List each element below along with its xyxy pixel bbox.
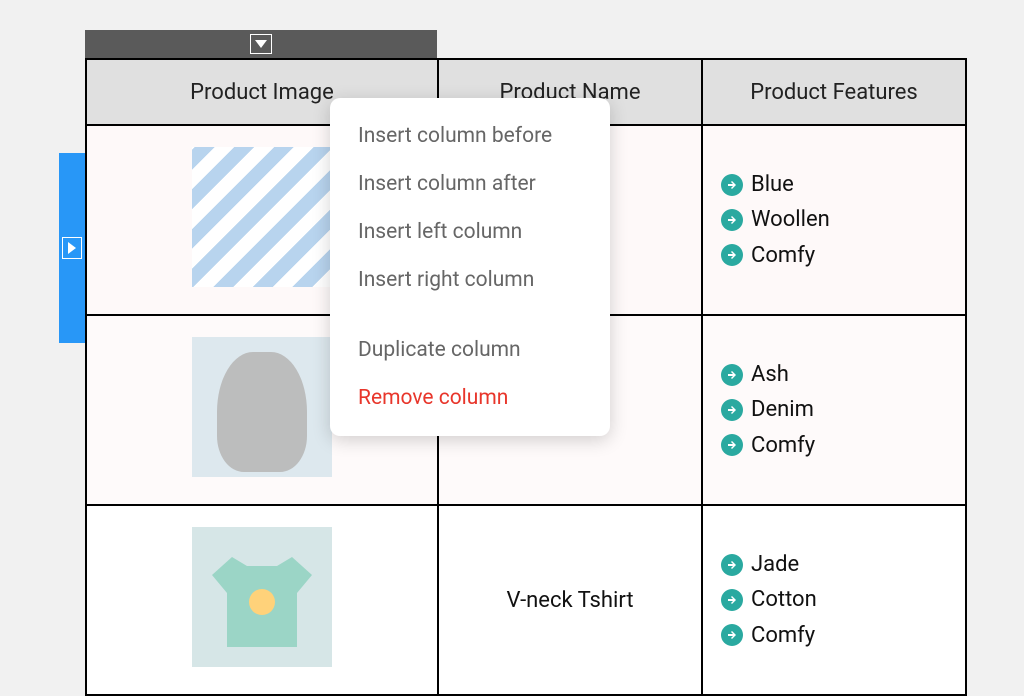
feature-item: Ash — [721, 357, 965, 392]
arrow-right-circle-icon — [721, 399, 743, 421]
menu-divider — [330, 304, 610, 326]
column-menu-trigger[interactable] — [250, 34, 272, 54]
product-image-hoodie — [192, 337, 332, 477]
arrow-right-circle-icon — [721, 209, 743, 231]
product-image-beanie — [192, 147, 332, 287]
feature-label: Comfy — [751, 618, 815, 653]
feature-item: Jade — [721, 547, 965, 582]
product-image-tshirt — [192, 527, 332, 667]
feature-item: Blue — [721, 167, 965, 202]
arrow-right-circle-icon — [721, 434, 743, 456]
feature-item: Cotton — [721, 582, 965, 617]
cell-product-features[interactable]: Ash Denim Comfy — [702, 315, 966, 505]
cell-product-name[interactable]: V-neck Tshirt — [438, 505, 702, 695]
feature-list: Blue Woollen Comfy — [721, 167, 965, 273]
column-context-menu: Insert column before Insert column after… — [330, 98, 610, 436]
feature-item: Woollen — [721, 202, 965, 237]
feature-label: Jade — [751, 547, 799, 582]
row-selection-handle[interactable] — [59, 153, 85, 343]
feature-label: Comfy — [751, 238, 815, 273]
feature-label: Cotton — [751, 582, 817, 617]
menu-item-insert-column-after[interactable]: Insert column after — [330, 160, 610, 208]
feature-item: Comfy — [721, 238, 965, 273]
arrow-right-circle-icon — [721, 244, 743, 266]
feature-item: Comfy — [721, 428, 965, 463]
cell-product-image[interactable] — [86, 505, 438, 695]
caret-right-icon — [68, 242, 76, 254]
column-selection-handle[interactable] — [85, 30, 437, 58]
cell-product-features[interactable]: Blue Woollen Comfy — [702, 125, 966, 315]
feature-label: Denim — [751, 392, 814, 427]
feature-item: Denim — [721, 392, 965, 427]
table-row[interactable]: V-neck Tshirt Jade Cotton Co — [86, 505, 966, 695]
feature-item: Comfy — [721, 618, 965, 653]
menu-item-insert-right-column[interactable]: Insert right column — [330, 256, 610, 304]
menu-item-insert-column-before[interactable]: Insert column before — [330, 112, 610, 160]
column-header-product-features[interactable]: Product Features — [702, 59, 966, 125]
feature-label: Woollen — [751, 202, 830, 237]
arrow-right-circle-icon — [721, 554, 743, 576]
arrow-right-circle-icon — [721, 624, 743, 646]
row-menu-trigger[interactable] — [62, 237, 82, 259]
feature-list: Ash Denim Comfy — [721, 357, 965, 463]
feature-label: Blue — [751, 167, 794, 202]
cell-product-features[interactable]: Jade Cotton Comfy — [702, 505, 966, 695]
arrow-right-circle-icon — [721, 364, 743, 386]
caret-down-icon — [255, 40, 267, 48]
menu-item-insert-left-column[interactable]: Insert left column — [330, 208, 610, 256]
arrow-right-circle-icon — [721, 174, 743, 196]
feature-label: Ash — [751, 357, 789, 392]
arrow-right-circle-icon — [721, 589, 743, 611]
menu-item-duplicate-column[interactable]: Duplicate column — [330, 326, 610, 374]
feature-label: Comfy — [751, 428, 815, 463]
table-editor: Product Image Product Name Product Featu… — [85, 30, 965, 696]
feature-list: Jade Cotton Comfy — [721, 547, 965, 653]
menu-item-remove-column[interactable]: Remove column — [330, 374, 610, 422]
